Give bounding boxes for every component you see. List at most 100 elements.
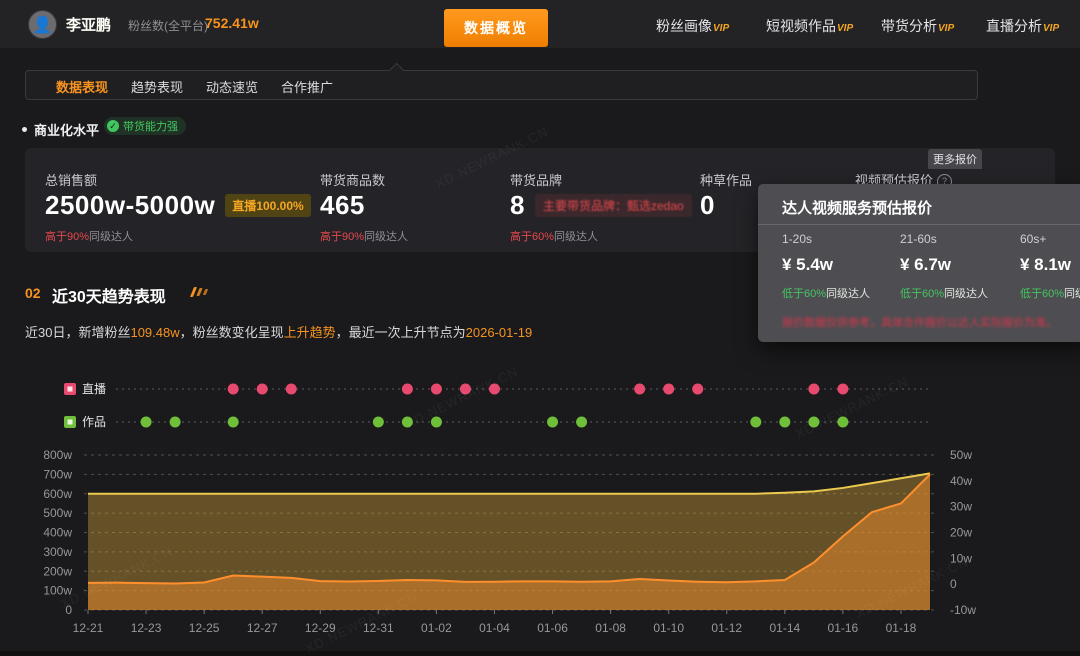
works-event-dot bbox=[779, 417, 790, 428]
x-axis-tick: 01-04 bbox=[479, 621, 510, 635]
right-axis-tick: 30w bbox=[950, 500, 972, 514]
x-axis-tick: 01-12 bbox=[711, 621, 742, 635]
works-event-dot bbox=[402, 417, 413, 428]
more-quotes-button[interactable]: 更多报价 bbox=[928, 149, 982, 169]
x-axis-tick: 12-23 bbox=[131, 621, 162, 635]
works-event-dot bbox=[808, 417, 819, 428]
vip-badge: VIP bbox=[938, 23, 954, 34]
x-axis-tick: 12-31 bbox=[363, 621, 394, 635]
x-axis-tick: 01-02 bbox=[421, 621, 452, 635]
left-axis-tick: 500w bbox=[43, 506, 72, 520]
right-axis-tick: 20w bbox=[950, 526, 972, 540]
live-event-dot bbox=[808, 384, 819, 395]
works-event-dot bbox=[373, 417, 384, 428]
works-event-dot bbox=[837, 417, 848, 428]
works-event-dot bbox=[170, 417, 181, 428]
quote-col-21-60s: 21-60s ¥ 6.7w 低于60%同级达人 bbox=[900, 232, 1020, 301]
vip-badge: VIP bbox=[837, 23, 853, 34]
works-event-dot bbox=[228, 417, 239, 428]
nav-tab-live-analysis[interactable]: 直播分析VIP bbox=[986, 16, 1059, 36]
video-quote-popup: 达人视频服务预估报价 1-20s ¥ 5.4w 低于60%同级达人 21-60s… bbox=[758, 184, 1080, 342]
live-share-badge: 直播100.00% bbox=[225, 194, 310, 217]
nav-tab-fan-portrait[interactable]: 粉丝画像VIP bbox=[656, 16, 729, 36]
live-event-dot bbox=[286, 384, 297, 395]
x-axis-tick: 01-08 bbox=[595, 621, 626, 635]
product-count-value: 465 bbox=[320, 190, 365, 221]
left-axis-tick: 700w bbox=[43, 467, 72, 481]
subtab-trend-performance[interactable]: 趋势表现 bbox=[131, 77, 183, 96]
peer-compare-note: 高于90%同级达人 bbox=[320, 228, 408, 244]
popup-title: 达人视频服务预估报价 bbox=[782, 197, 932, 218]
trend-chart[interactable]: 800w700w600w500w400w300w200w100w050w40w3… bbox=[0, 372, 1080, 651]
top-header: 👤 李亚鹏 粉丝数(全平台) 752.41w 数据概览 粉丝画像VIP 短视频作… bbox=[0, 0, 1080, 48]
series-line-0 bbox=[88, 473, 930, 493]
sub-nav-bar: 数据表现 趋势表现 动态速览 合作推广 bbox=[25, 70, 978, 100]
legend-label: 作品 bbox=[82, 415, 106, 429]
live-event-dot bbox=[692, 384, 703, 395]
nav-tab-data-overview[interactable]: 数据概览 bbox=[444, 9, 548, 47]
fans-count-value: 752.41w bbox=[205, 15, 259, 31]
capability-badge: ✓ 带货能力强 bbox=[104, 117, 186, 135]
seeding-works-value: 0 bbox=[700, 190, 715, 221]
works-event-dot bbox=[547, 417, 558, 428]
live-event-dot bbox=[402, 384, 413, 395]
right-axis-tick: 50w bbox=[950, 448, 972, 462]
live-event-dot bbox=[489, 384, 500, 395]
peer-compare-note: 低于60%同级达人 bbox=[900, 285, 1020, 301]
left-axis-tick: 200w bbox=[43, 564, 72, 578]
x-axis-tick: 12-29 bbox=[305, 621, 336, 635]
trend-summary-text: 近30日，新增粉丝109.48w，粉丝数变化呈现上升趋势，最近一次上升节点为20… bbox=[25, 322, 532, 341]
live-event-dot bbox=[663, 384, 674, 395]
x-axis-tick: 12-21 bbox=[73, 621, 104, 635]
quote-col-60s-plus: 60s+ ¥ 8.1w 低于60%同级达人 bbox=[1020, 232, 1080, 301]
right-axis-tick: -10w bbox=[950, 603, 976, 617]
quote-price: ¥ 8.1w bbox=[1020, 255, 1080, 275]
peer-compare-note: 低于60%同级达人 bbox=[782, 285, 902, 301]
peer-compare-note: 低于60%同级达人 bbox=[1020, 285, 1080, 301]
section-title-commercialization: 商业化水平 bbox=[34, 120, 99, 139]
left-axis-tick: 600w bbox=[43, 487, 72, 501]
subtab-data-performance[interactable]: 数据表现 bbox=[56, 77, 108, 96]
brand-count-value: 8 bbox=[510, 190, 525, 221]
main-brand-tag: 主要带货品牌：甄选zedao bbox=[535, 194, 692, 217]
nav-tab-commerce-analysis[interactable]: 带货分析VIP bbox=[881, 16, 954, 36]
quote-disclaimer: 报价数据仅供参考，具体合作报价以达人实际报价为准。 bbox=[782, 314, 1057, 330]
quote-price: ¥ 6.7w bbox=[900, 255, 1020, 275]
left-axis-tick: 300w bbox=[43, 545, 72, 559]
live-event-dot bbox=[460, 384, 471, 395]
works-event-dot bbox=[576, 417, 587, 428]
right-axis-tick: 10w bbox=[950, 551, 972, 565]
total-sales-value: 2500w-5000w bbox=[45, 190, 215, 221]
section-title-trend: 近30天趋势表现 bbox=[52, 283, 166, 307]
subtab-cooperation[interactable]: 合作推广 bbox=[281, 77, 333, 96]
right-axis-tick: 0 bbox=[950, 577, 957, 591]
section-bullet bbox=[22, 127, 27, 132]
subtab-activity-overview[interactable]: 动态速览 bbox=[206, 77, 258, 96]
left-axis-tick: 800w bbox=[43, 448, 72, 462]
chart-event-rows: 直播作品 bbox=[64, 382, 928, 429]
works-event-dot bbox=[750, 417, 761, 428]
x-axis-tick: 01-14 bbox=[769, 621, 800, 635]
nav-tab-short-video[interactable]: 短视频作品VIP bbox=[766, 16, 853, 36]
works-event-dot bbox=[141, 417, 152, 428]
quote-col-1-20s: 1-20s ¥ 5.4w 低于60%同级达人 bbox=[782, 232, 902, 301]
check-circle-icon: ✓ bbox=[107, 120, 119, 132]
x-axis-tick: 01-06 bbox=[537, 621, 568, 635]
divider bbox=[758, 224, 1080, 225]
peer-compare-note: 高于90%同级达人 bbox=[45, 228, 133, 244]
avatar[interactable]: 👤 bbox=[28, 10, 57, 39]
left-axis-tick: 400w bbox=[43, 526, 72, 540]
x-axis-tick: 12-25 bbox=[189, 621, 220, 635]
creator-name: 李亚鹏 bbox=[66, 14, 111, 35]
caret-up-icon bbox=[389, 63, 405, 79]
vip-badge: VIP bbox=[713, 23, 729, 34]
vip-badge: VIP bbox=[1043, 23, 1059, 34]
peer-compare-note: 高于60%同级达人 bbox=[510, 228, 598, 244]
x-axis-tick: 12-27 bbox=[247, 621, 278, 635]
left-axis-tick: 0 bbox=[65, 603, 72, 617]
live-event-dot bbox=[257, 384, 268, 395]
live-event-dot bbox=[431, 384, 442, 395]
works-event-dot bbox=[431, 417, 442, 428]
x-axis-tick: 01-18 bbox=[886, 621, 917, 635]
fans-count-label: 粉丝数(全平台) bbox=[128, 17, 208, 34]
